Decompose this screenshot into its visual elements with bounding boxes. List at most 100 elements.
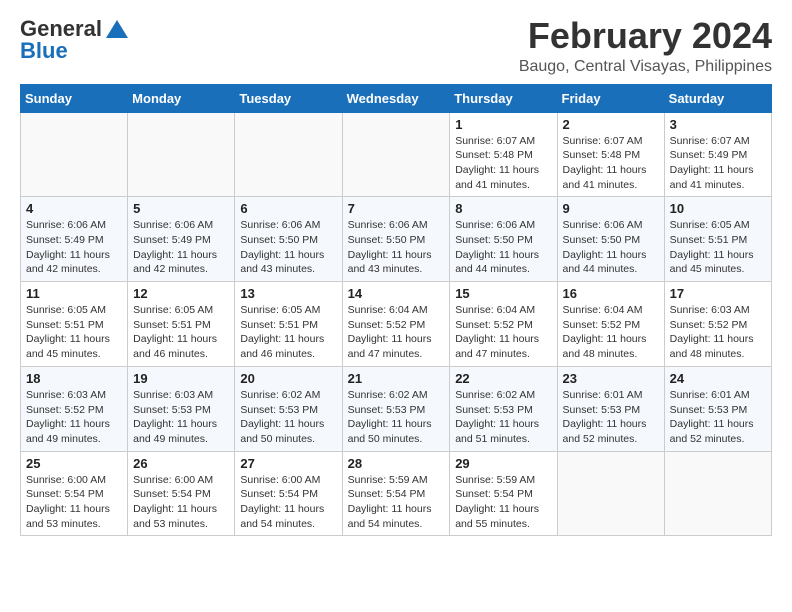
day-number: 12: [133, 286, 229, 301]
weekday-header-friday: Friday: [557, 84, 664, 112]
day-number: 9: [563, 201, 659, 216]
day-number: 15: [455, 286, 551, 301]
page-header: General Blue February 2024 Baugo, Centra…: [20, 16, 772, 76]
day-number: 17: [670, 286, 766, 301]
calendar-week-1: 1 Sunrise: 6:07 AM Sunset: 5:48 PM Daylig…: [21, 112, 772, 197]
calendar-cell: [342, 112, 450, 197]
cell-info: Sunrise: 6:05 AM Sunset: 5:51 PM Dayligh…: [26, 303, 122, 362]
calendar-cell: 19Sunrise: 6:03 AM Sunset: 5:53 PM Dayli…: [128, 366, 235, 451]
calendar-cell: 23 Sunrise: 6:01 AM Sunset: 5:53 PM Dayli…: [557, 366, 664, 451]
calendar-cell: 28Sunrise: 5:59 AM Sunset: 5:54 PM Dayli…: [342, 451, 450, 536]
weekday-header-thursday: Thursday: [450, 84, 557, 112]
cell-info: Sunrise: 5:59 AM Sunset: 5:54 PM Dayligh…: [455, 473, 551, 532]
calendar-cell: 7 Sunrise: 6:06 AM Sunset: 5:50 PM Daylig…: [342, 197, 450, 282]
month-title: February 2024: [519, 16, 772, 56]
calendar-cell: [557, 451, 664, 536]
day-number: 14: [348, 286, 445, 301]
day-number: 26: [133, 456, 229, 471]
weekday-header-monday: Monday: [128, 84, 235, 112]
calendar-cell: 24Sunrise: 6:01 AM Sunset: 5:53 PM Dayli…: [664, 366, 771, 451]
cell-info: Sunrise: 6:03 AM Sunset: 5:52 PM Dayligh…: [26, 388, 122, 447]
day-number: 20: [240, 371, 336, 386]
calendar-cell: 17 Sunrise: 6:03 AM Sunset: 5:52 PM Dayli…: [664, 282, 771, 367]
day-number: 3: [670, 117, 766, 132]
cell-info: Sunrise: 6:03 AM Sunset: 5:52 PM Dayligh…: [670, 303, 766, 362]
weekday-header-saturday: Saturday: [664, 84, 771, 112]
calendar-cell: 1Sunrise: 6:07 AM Sunset: 5:48 PM Daylig…: [450, 112, 557, 197]
calendar-cell: 12 Sunrise: 6:05 AM Sunset: 5:51 PM Dayli…: [128, 282, 235, 367]
calendar-cell: 10 Sunrise: 6:05 AM Sunset: 5:51 PM Dayli…: [664, 197, 771, 282]
cell-info: Sunrise: 6:01 AM Sunset: 5:53 PM Dayligh…: [563, 388, 659, 447]
calendar-cell: 20 Sunrise: 6:02 AM Sunset: 5:53 PM Dayli…: [235, 366, 342, 451]
day-number: 16: [563, 286, 659, 301]
calendar-cell: [21, 112, 128, 197]
day-number: 11: [26, 286, 122, 301]
day-number: 10: [670, 201, 766, 216]
calendar-cell: 16 Sunrise: 6:04 AM Sunset: 5:52 PM Dayli…: [557, 282, 664, 367]
cell-info: Sunrise: 6:06 AM Sunset: 5:50 PM Dayligh…: [348, 218, 445, 277]
cell-info: Sunrise: 6:07 AM Sunset: 5:49 PM Dayligh…: [670, 134, 766, 193]
calendar-cell: 22 Sunrise: 6:02 AM Sunset: 5:53 PM Dayli…: [450, 366, 557, 451]
cell-info: Sunrise: 6:06 AM Sunset: 5:49 PM Dayligh…: [26, 218, 122, 277]
day-number: 13: [240, 286, 336, 301]
day-number: 29: [455, 456, 551, 471]
cell-info: Sunrise: 6:06 AM Sunset: 5:50 PM Dayligh…: [563, 218, 659, 277]
day-number: 8: [455, 201, 551, 216]
calendar-cell: [128, 112, 235, 197]
day-number: 27: [240, 456, 336, 471]
cell-info: Sunrise: 6:06 AM Sunset: 5:50 PM Dayligh…: [240, 218, 336, 277]
cell-info: Sunrise: 6:06 AM Sunset: 5:49 PM Dayligh…: [133, 218, 229, 277]
calendar-week-3: 11 Sunrise: 6:05 AM Sunset: 5:51 PM Dayli…: [21, 282, 772, 367]
day-number: 25: [26, 456, 122, 471]
calendar-cell: [235, 112, 342, 197]
calendar-week-2: 4 Sunrise: 6:06 AM Sunset: 5:49 PM Daylig…: [21, 197, 772, 282]
weekday-header-sunday: Sunday: [21, 84, 128, 112]
logo-icon: [106, 20, 128, 38]
day-number: 7: [348, 201, 445, 216]
cell-info: Sunrise: 6:04 AM Sunset: 5:52 PM Dayligh…: [563, 303, 659, 362]
cell-info: Sunrise: 6:02 AM Sunset: 5:53 PM Dayligh…: [348, 388, 445, 447]
calendar-cell: 2Sunrise: 6:07 AM Sunset: 5:48 PM Daylig…: [557, 112, 664, 197]
cell-info: Sunrise: 6:07 AM Sunset: 5:48 PM Dayligh…: [563, 134, 659, 193]
cell-info: Sunrise: 5:59 AM Sunset: 5:54 PM Dayligh…: [348, 473, 445, 532]
day-number: 5: [133, 201, 229, 216]
cell-info: Sunrise: 6:02 AM Sunset: 5:53 PM Dayligh…: [455, 388, 551, 447]
cell-info: Sunrise: 6:02 AM Sunset: 5:53 PM Dayligh…: [240, 388, 336, 447]
calendar-cell: 25 Sunrise: 6:00 AM Sunset: 5:54 PM Dayli…: [21, 451, 128, 536]
cell-info: Sunrise: 6:00 AM Sunset: 5:54 PM Dayligh…: [133, 473, 229, 532]
calendar-cell: 14 Sunrise: 6:04 AM Sunset: 5:52 PM Dayli…: [342, 282, 450, 367]
calendar-cell: 21Sunrise: 6:02 AM Sunset: 5:53 PM Dayli…: [342, 366, 450, 451]
calendar-cell: 11 Sunrise: 6:05 AM Sunset: 5:51 PM Dayli…: [21, 282, 128, 367]
cell-info: Sunrise: 6:00 AM Sunset: 5:54 PM Dayligh…: [240, 473, 336, 532]
day-number: 23: [563, 371, 659, 386]
calendar-cell: 27 Sunrise: 6:00 AM Sunset: 5:54 PM Dayli…: [235, 451, 342, 536]
day-number: 1: [455, 117, 551, 132]
weekday-header-tuesday: Tuesday: [235, 84, 342, 112]
cell-info: Sunrise: 6:04 AM Sunset: 5:52 PM Dayligh…: [348, 303, 445, 362]
day-number: 6: [240, 201, 336, 216]
cell-info: Sunrise: 6:06 AM Sunset: 5:50 PM Dayligh…: [455, 218, 551, 277]
day-number: 22: [455, 371, 551, 386]
logo-blue: Blue: [20, 38, 68, 64]
calendar-cell: 18 Sunrise: 6:03 AM Sunset: 5:52 PM Dayli…: [21, 366, 128, 451]
calendar-cell: 29 Sunrise: 5:59 AM Sunset: 5:54 PM Dayli…: [450, 451, 557, 536]
cell-info: Sunrise: 6:01 AM Sunset: 5:53 PM Dayligh…: [670, 388, 766, 447]
calendar-cell: 9 Sunrise: 6:06 AM Sunset: 5:50 PM Daylig…: [557, 197, 664, 282]
calendar-table: SundayMondayTuesdayWednesdayThursdayFrid…: [20, 84, 772, 537]
cell-info: Sunrise: 6:00 AM Sunset: 5:54 PM Dayligh…: [26, 473, 122, 532]
cell-info: Sunrise: 6:04 AM Sunset: 5:52 PM Dayligh…: [455, 303, 551, 362]
cell-info: Sunrise: 6:05 AM Sunset: 5:51 PM Dayligh…: [240, 303, 336, 362]
calendar-cell: 3 Sunrise: 6:07 AM Sunset: 5:49 PM Daylig…: [664, 112, 771, 197]
calendar-cell: 15 Sunrise: 6:04 AM Sunset: 5:52 PM Dayli…: [450, 282, 557, 367]
calendar-cell: 8 Sunrise: 6:06 AM Sunset: 5:50 PM Daylig…: [450, 197, 557, 282]
cell-info: Sunrise: 6:05 AM Sunset: 5:51 PM Dayligh…: [133, 303, 229, 362]
cell-info: Sunrise: 6:05 AM Sunset: 5:51 PM Dayligh…: [670, 218, 766, 277]
day-number: 4: [26, 201, 122, 216]
calendar-cell: 5 Sunrise: 6:06 AM Sunset: 5:49 PM Daylig…: [128, 197, 235, 282]
calendar-cell: 6 Sunrise: 6:06 AM Sunset: 5:50 PM Daylig…: [235, 197, 342, 282]
day-number: 18: [26, 371, 122, 386]
calendar-cell: 13 Sunrise: 6:05 AM Sunset: 5:51 PM Dayli…: [235, 282, 342, 367]
cell-info: Sunrise: 6:03 AM Sunset: 5:53 PM Dayligh…: [133, 388, 229, 447]
logo: General Blue: [20, 16, 128, 64]
calendar-cell: 26 Sunrise: 6:00 AM Sunset: 5:54 PM Dayli…: [128, 451, 235, 536]
